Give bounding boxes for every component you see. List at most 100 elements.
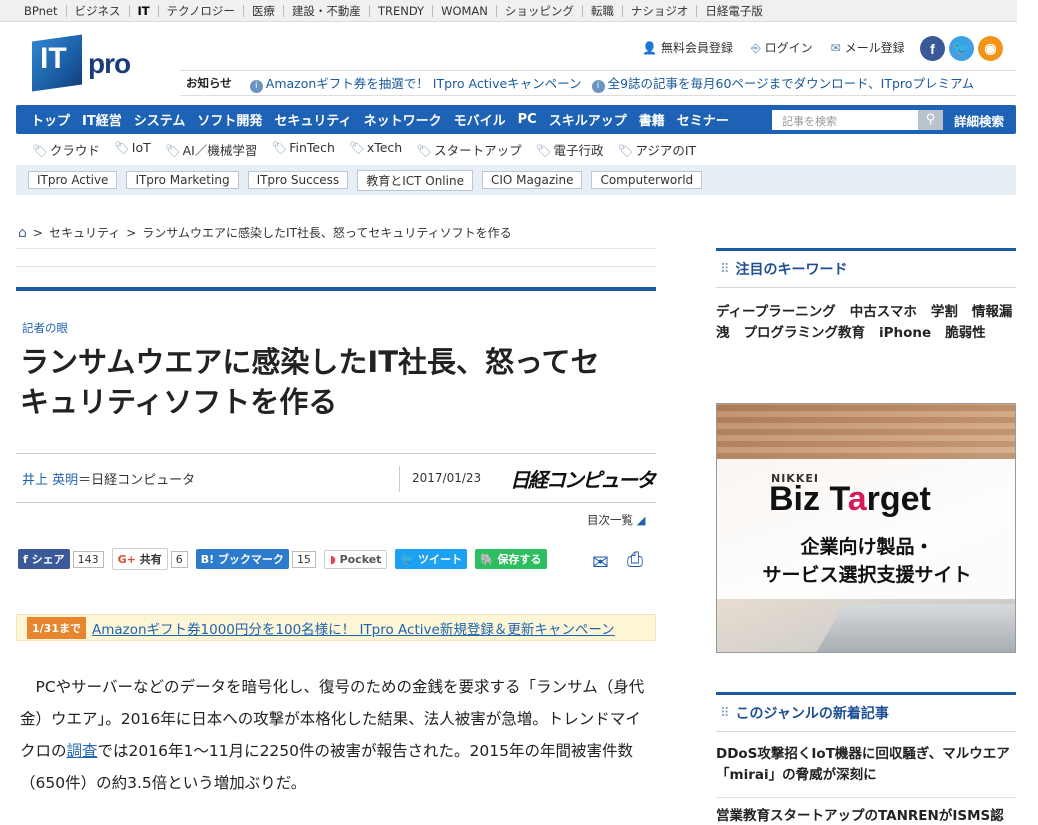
notice-item-campaign[interactable]: i Amazonギフト券を抽選で！ ITpro Activeキャンペーン [249, 73, 582, 93]
survey-link[interactable]: 調査 [67, 742, 98, 760]
promo-banner: 1/31まで Amazonギフト券1000円分を100名様に！ ITpro Ac… [16, 614, 656, 641]
tag-cloud[interactable]: 🏷 クラウド [32, 140, 100, 159]
article-body-text: では2016年1～11月に2250件の被害が報告された。2015年の年間被害件数… [20, 742, 633, 792]
network-link-technology[interactable]: テクノロジー [159, 4, 244, 17]
tag-label: AI／機械学習 [182, 143, 258, 158]
network-link-bpnet[interactable]: BPnet [16, 4, 67, 17]
print-icon[interactable]: ⎙ [627, 547, 643, 571]
search-button[interactable]: ⚲ [918, 110, 943, 130]
tag-egov[interactable]: 🏷 電子行政 [536, 140, 604, 159]
advanced-search-link[interactable]: 詳細検索 [954, 111, 1004, 130]
nav-top[interactable]: トップ [26, 110, 75, 129]
facebook-share-button[interactable]: f シェア [18, 549, 70, 569]
facebook-share-count: 143 [72, 550, 104, 568]
tag-label: xTech [366, 140, 403, 155]
tweet-share[interactable]: 🐦 ツイート [395, 549, 467, 569]
tag-asia[interactable]: 🏷 アジアのIT [618, 140, 697, 159]
article-title-line: キュリティソフトを作る [20, 385, 338, 419]
network-link-business[interactable]: ビジネス [67, 4, 130, 17]
toc-arrow-icon: ◢ [636, 513, 646, 527]
top-network-bar: BPnet ビジネス IT テクノロジー 医療 建設・不動産 TRENDY WO… [0, 0, 1017, 22]
evernote-button[interactable]: 🐘 保存する [474, 549, 547, 569]
new-article-link[interactable]: DDoS攻撃招くIoT機器に回収騒ぎ、マルウエア「mirai」の脅威が深刻に [716, 744, 1016, 786]
subsite-itpro-marketing[interactable]: ITpro Marketing [126, 171, 239, 189]
pocket-icon: ◗ [329, 552, 340, 566]
pocket-save[interactable]: ◗ Pocket [323, 549, 388, 569]
network-link-trendy[interactable]: TRENDY [370, 4, 434, 17]
gplus-share[interactable]: G+ 共有 6 [111, 548, 188, 570]
itpro-logo[interactable]: IT pro [32, 34, 162, 92]
tag-label: IoT [131, 140, 151, 155]
nav-books[interactable]: 書籍 [634, 110, 670, 129]
search-input[interactable]: 記事を検索 [772, 110, 918, 130]
tag-label: アジアのIT [635, 143, 697, 158]
rss-icon[interactable]: ◉ [978, 36, 1003, 61]
tag-icon: 🏷 [271, 140, 288, 155]
tag-iot[interactable]: 🏷 IoT [114, 140, 151, 159]
network-link-it[interactable]: IT [130, 4, 159, 17]
author-link[interactable]: 井上 英明 [22, 473, 78, 488]
main-nav: トップ IT経営 システム ソフト開発 セキュリティ ネットワーク モバイル P… [16, 105, 1016, 134]
facebook-icon[interactable]: f [920, 36, 945, 61]
article-category[interactable]: 記者の眼 [22, 320, 68, 336]
network-link-nikkei[interactable]: 日経電子版 [697, 5, 771, 17]
network-link-jobs[interactable]: 転職 [583, 4, 623, 17]
twitter-icon[interactable]: 🐦 [949, 36, 974, 61]
facebook-icon: f [23, 553, 32, 566]
breadcrumb-current: ランサムウエアに感染したIT社長、怒ってセキュリティソフトを作る [142, 226, 512, 240]
login-link[interactable]: ⎆ ログイン [751, 39, 813, 56]
keyword-item[interactable]: 学割 [931, 304, 958, 320]
hatena-bookmark[interactable]: B! ブックマーク 15 [195, 549, 316, 569]
mail-signup-link[interactable]: ✉ メール登録 [831, 39, 905, 56]
tag-ai[interactable]: 🏷 AI／機械学習 [165, 140, 258, 159]
nav-system[interactable]: システム [129, 110, 191, 129]
network-link-construction[interactable]: 建設・不動産 [284, 4, 370, 17]
biztarget-ad-banner[interactable]: NIKKEI Biz Target 企業向け製品・ サービス選択支援サイト [716, 403, 1016, 653]
subsite-cio-magazine[interactable]: CIO Magazine [481, 171, 583, 189]
article-body: PCやサーバーなどのデータを暗号化し、復号のための金銭を要求する「ランサム（身代… [20, 671, 650, 799]
network-link-natgeo[interactable]: ナショジオ [623, 4, 698, 17]
subsite-edu-ict[interactable]: 教育とICT Online [357, 169, 473, 191]
subsite-computerworld[interactable]: Computerworld [591, 171, 703, 189]
mail-article-icon[interactable]: ✉ [592, 550, 609, 574]
nav-security[interactable]: セキュリティ [269, 110, 356, 129]
subsite-itpro-success[interactable]: ITpro Success [247, 171, 349, 189]
network-link-medical[interactable]: 医療 [244, 4, 284, 17]
user-links: 👤 無料会員登録 ⎆ ログイン ✉ メール登録 [642, 39, 905, 56]
nav-it-management[interactable]: IT経営 [77, 110, 127, 129]
keyword-item[interactable]: 中古スマホ [850, 304, 917, 320]
nav-pc[interactable]: PC [513, 112, 542, 127]
notice-item-premium[interactable]: i 全9誌の記事を毎月60ページまでダウンロード、ITproプレミアム [591, 73, 975, 93]
nav-software-dev[interactable]: ソフト開発 [192, 110, 267, 129]
nav-skillup[interactable]: スキルアップ [544, 110, 632, 129]
network-link-woman[interactable]: WOMAN [433, 4, 497, 17]
toc-link[interactable]: 目次一覧 ◢ [587, 512, 646, 528]
ad-brand-part: a [847, 480, 867, 518]
keyword-item[interactable]: 脆弱性 [945, 325, 986, 341]
keyword-item[interactable]: ディープラーニング [716, 304, 836, 320]
notice-item-premium-text: 全9誌の記事を毎月60ページまでダウンロード、ITproプレミアム [607, 76, 975, 91]
publication-logo[interactable]: 日経コンピュータ [510, 464, 656, 493]
keyword-item[interactable]: プログラミング教育 [744, 325, 866, 341]
nav-network[interactable]: ネットワーク [359, 110, 447, 129]
hatena-bookmark-button[interactable]: B! ブックマーク [195, 549, 289, 569]
home-icon[interactable]: ⌂ [18, 225, 27, 241]
network-link-shopping[interactable]: ショッピング [497, 4, 583, 17]
pocket-button[interactable]: ◗ Pocket [323, 549, 388, 569]
evernote-save[interactable]: 🐘 保存する [474, 549, 547, 569]
breadcrumb-section[interactable]: セキュリティ [49, 224, 120, 241]
tag-icon: 🏷 [617, 143, 634, 158]
keyword-item[interactable]: iPhone [879, 325, 931, 341]
tag-xtech[interactable]: 🏷 xTech [349, 140, 402, 159]
promo-link[interactable]: Amazonギフト券1000円分を100名様に！ ITpro Active新規登… [92, 618, 615, 638]
tag-startup[interactable]: 🏷 スタートアップ [416, 140, 521, 159]
nav-mobile[interactable]: モバイル [449, 110, 511, 129]
nav-seminar[interactable]: セミナー [672, 110, 734, 129]
tweet-button[interactable]: 🐦 ツイート [395, 549, 467, 569]
subsite-itpro-active[interactable]: ITpro Active [28, 171, 118, 189]
facebook-share[interactable]: f シェア 143 [18, 549, 104, 569]
new-article-link[interactable]: 営業教育スタートアップのTANRENがISMS認 [716, 806, 1016, 825]
signup-link[interactable]: 👤 無料会員登録 [642, 39, 733, 56]
gplus-share-button[interactable]: G+ 共有 [111, 548, 168, 570]
tag-fintech[interactable]: 🏷 FinTech [271, 140, 335, 159]
